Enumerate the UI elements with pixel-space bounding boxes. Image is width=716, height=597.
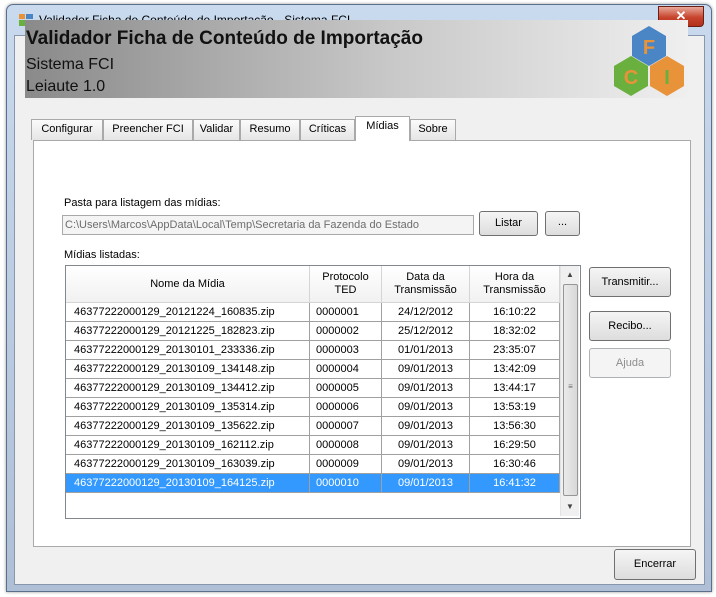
media-name-cell: 46377222000129_20121224_160835.zip [66,303,310,322]
time-cell: 13:42:09 [470,360,560,379]
tab-label: Configurar [41,123,93,135]
protocol-cell: 0000008 [310,436,382,455]
folder-label: Pasta para listagem das mídias: [64,197,221,209]
date-cell: 09/01/2013 [382,474,470,493]
date-cell: 25/12/2012 [382,322,470,341]
protocol-cell: 0000004 [310,360,382,379]
logo-letter-f: F [643,37,655,59]
layout-version: Leiaute 1.0 [26,78,106,95]
protocol-cell: 0000001 [310,303,382,322]
date-cell: 09/01/2013 [382,379,470,398]
date-cell: 24/12/2012 [382,303,470,322]
media-name-cell: 46377222000129_20130109_134412.zip [66,379,310,398]
scroll-down-icon[interactable]: ▼ [561,498,579,515]
time-cell: 16:30:46 [470,455,560,474]
tab-label: Preencher FCI [112,123,184,135]
column-header-label: Hora da Transmissão [483,271,546,296]
logo-letter-c: C [624,67,638,89]
app-title: Validador Ficha de Conteúdo de Importaçã… [26,28,423,49]
media-name-cell: 46377222000129_20130109_134148.zip [66,360,310,379]
time-cell: 13:44:17 [470,379,560,398]
media-name-cell: 46377222000129_20130109_162112.zip [66,436,310,455]
protocol-cell: 0000006 [310,398,382,417]
media-name-cell: 46377222000129_20130101_233336.zip [66,341,310,360]
protocol-cell: 0000010 [310,474,382,493]
date-cell: 01/01/2013 [382,341,470,360]
protocol-cell: 0000007 [310,417,382,436]
media-name-cell: 46377222000129_20121225_182823.zip [66,322,310,341]
column-header-time[interactable]: Hora da Transmissão [470,266,560,303]
tab-label: Resumo [249,123,291,135]
column-header-protocol[interactable]: Protocolo TED [310,266,382,303]
tab-midias[interactable]: Mídias [355,116,410,141]
column-header-date[interactable]: Data da Transmissão [382,266,470,303]
column-header-label: Protocolo TED [322,271,369,296]
listed-media-label: Mídias listadas: [64,249,140,261]
tab-validar[interactable]: Validar [193,119,240,140]
tab-preencher-fci[interactable]: Preencher FCI [103,119,193,140]
time-cell: 16:41:32 [470,474,560,493]
tab-criticas[interactable]: Críticas [300,119,355,140]
time-cell: 16:29:50 [470,436,560,455]
time-cell: 13:53:19 [470,398,560,417]
folder-path-field[interactable]: C:\Users\Marcos\AppData\Local\Temp\Secre… [62,215,474,235]
scrollbar-thumb[interactable]: ≡ [563,284,578,496]
media-name-cell: 46377222000129_20130109_135622.zip [66,417,310,436]
media-name-cell: 46377222000129_20130109_135314.zip [66,398,310,417]
browse-folder-button[interactable]: ... [545,211,580,236]
media-name-cell: 46377222000129_20130109_163039.zip [66,455,310,474]
tab-label: Mídias [366,120,399,132]
date-cell: 09/01/2013 [382,398,470,417]
tab-configurar[interactable]: Configurar [31,119,103,140]
media-name-cell: 46377222000129_20130109_164125.zip [66,474,310,493]
scroll-up-icon[interactable]: ▲ [561,266,579,283]
vertical-scrollbar[interactable]: ▲ ≡ ▼ [560,266,579,516]
date-cell: 09/01/2013 [382,455,470,474]
transmit-button[interactable]: Transmitir... [589,267,671,297]
fci-logo: F C I [614,26,684,96]
tab-label: Críticas [308,123,347,135]
column-header-label: Data da Transmissão [394,271,457,296]
time-cell: 13:56:30 [470,417,560,436]
date-cell: 09/01/2013 [382,436,470,455]
time-cell: 16:10:22 [470,303,560,322]
app-subtitle: Sistema FCI [26,56,115,73]
help-button[interactable]: Ajuda [589,348,671,378]
protocol-cell: 0000009 [310,455,382,474]
protocol-cell: 0000003 [310,341,382,360]
column-header-label: Nome da Mídia [150,277,225,290]
column-header-name[interactable]: Nome da Mídia [66,266,310,303]
date-cell: 09/01/2013 [382,417,470,436]
date-cell: 09/01/2013 [382,360,470,379]
media-table[interactable]: Nome da Mídia Protocolo TED Data da Tran… [65,265,581,519]
list-button[interactable]: Listar [479,211,538,236]
receipt-button[interactable]: Recibo... [589,311,671,341]
logo-letter-i: I [664,67,670,89]
tab-resumo[interactable]: Resumo [240,119,300,140]
grip-icon: ≡ [568,382,573,391]
time-cell: 18:32:02 [470,322,560,341]
tab-sobre[interactable]: Sobre [410,119,456,140]
time-cell: 23:35:07 [470,341,560,360]
tab-label: Validar [199,123,234,135]
protocol-cell: 0000005 [310,379,382,398]
close-app-button[interactable]: Encerrar [614,549,696,580]
tab-label: Sobre [418,123,448,135]
protocol-cell: 0000002 [310,322,382,341]
